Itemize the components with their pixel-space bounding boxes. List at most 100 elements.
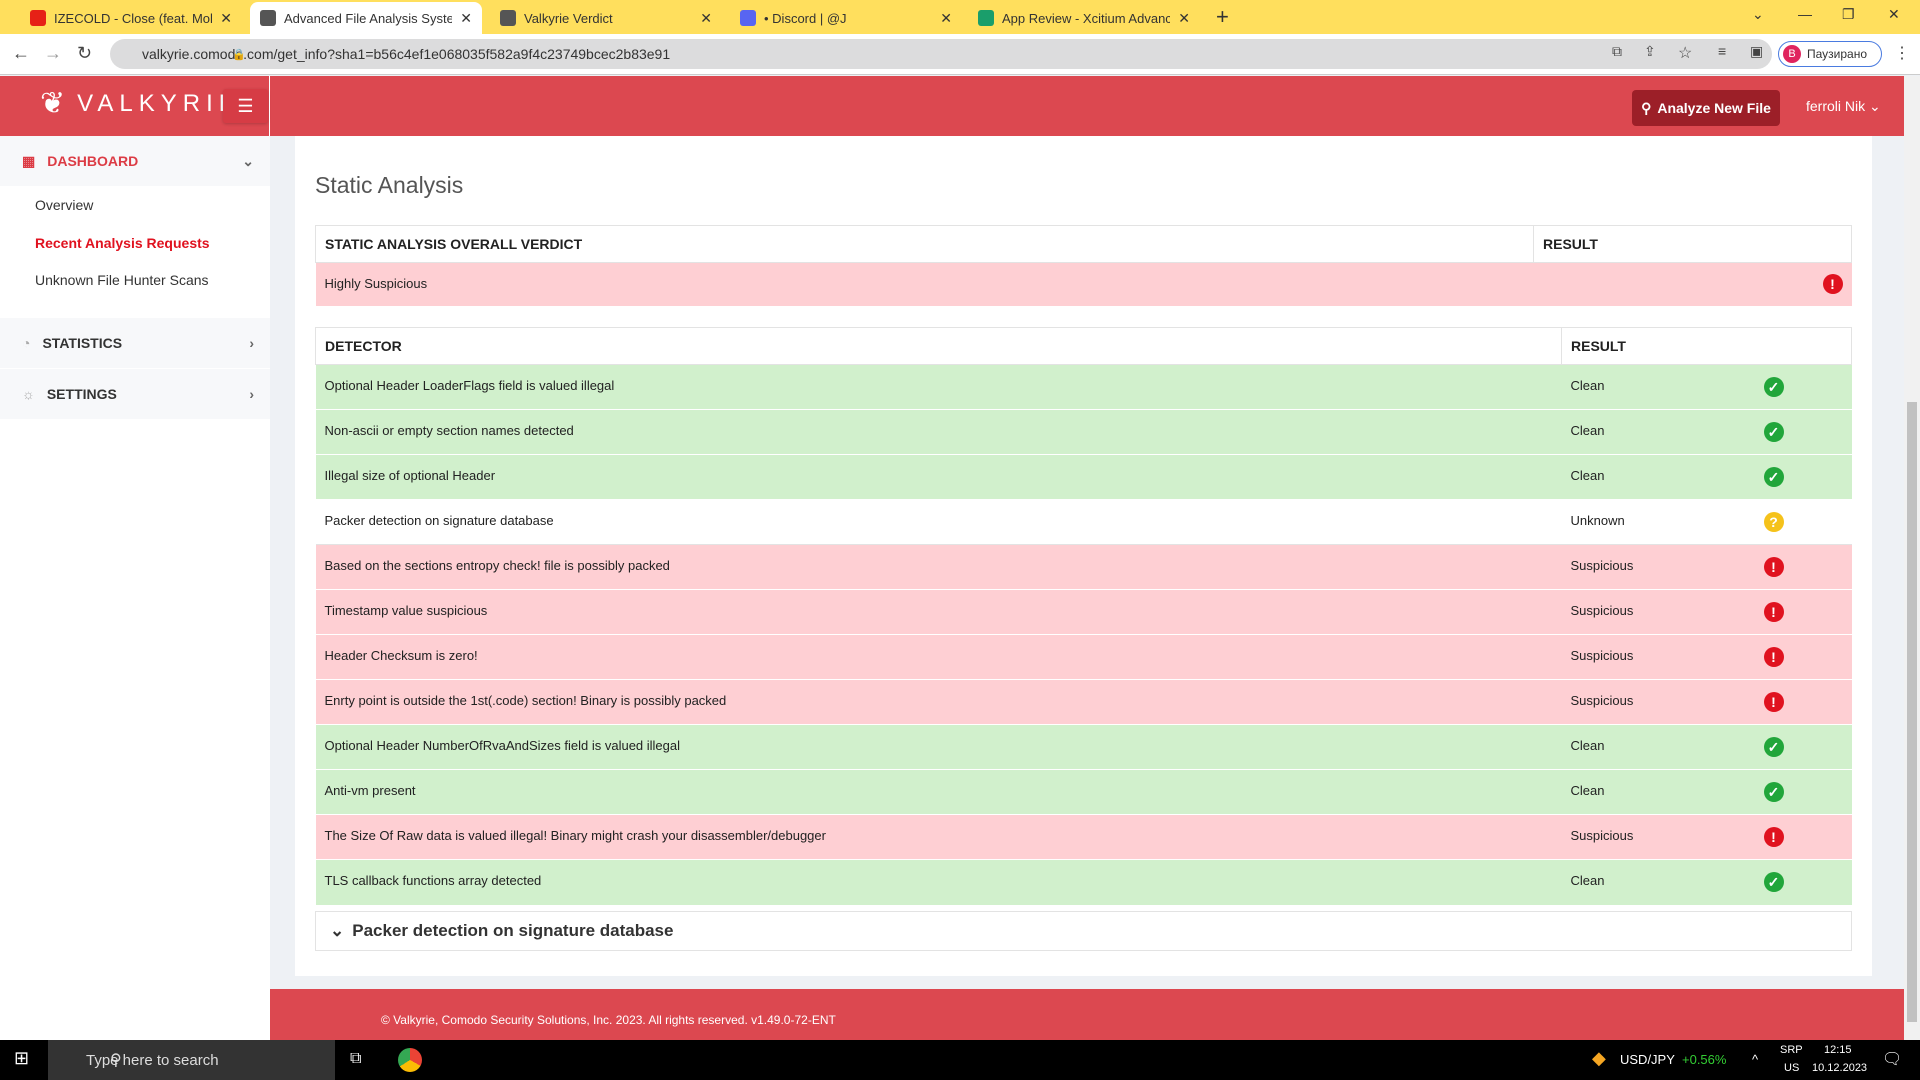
valkyrie-logo[interactable]: ❦VALKYRIE [40, 86, 241, 121]
chevron-down-icon: ⌄ [1869, 98, 1881, 114]
reload-icon[interactable]: ↻ [77, 43, 92, 64]
result-header: RESULT [1534, 226, 1852, 263]
table-row: Packer detection on signature databaseUn… [316, 500, 1852, 545]
share-icon[interactable]: ⇪ [1644, 43, 1656, 60]
side-panel-icon[interactable]: ▣ [1750, 43, 1763, 60]
browser-tab-bar: IZECOLD - Close (feat. Molly Ann✕Advance… [0, 0, 1920, 34]
detector-result: Unknown [1562, 500, 1754, 545]
divider [269, 76, 270, 136]
search-icon: ⚲ [1641, 100, 1651, 117]
task-view-icon[interactable]: ⧉ [350, 1050, 361, 1068]
packer-detection-collapsible[interactable]: ⌄Packer detection on signature database [315, 911, 1852, 951]
search-placeholder: Type here to search [86, 1052, 219, 1069]
check-circle-icon: ✓ [1764, 872, 1784, 892]
close-window-button[interactable]: ✕ [1888, 6, 1900, 23]
table-row: TLS callback functions array detectedCle… [316, 860, 1852, 905]
sidebar-item-overview[interactable]: Overview [35, 197, 93, 213]
reading-list-icon[interactable]: ≡ [1718, 43, 1726, 59]
detector-result: Suspicious [1562, 635, 1754, 680]
close-tab-icon[interactable]: ✕ [940, 10, 952, 27]
sidebar-item-recent-analysis-requests[interactable]: Recent Analysis Requests [35, 235, 210, 251]
browser-tab[interactable]: App Review - Xcitium Advanced✕ [968, 2, 1200, 34]
language-primary[interactable]: SRP [1780, 1044, 1803, 1056]
chevron-down-icon: ⌄ [242, 153, 254, 170]
sidebar: ▦ DASHBOARD ⌄ Overview Recent Analysis Req… [0, 136, 270, 1040]
taskbar-search[interactable]: ⚲Type here to search [48, 1040, 335, 1080]
bookmark-star-icon[interactable]: ☆ [1678, 43, 1692, 63]
statistics-label: STATISTICS [42, 335, 122, 351]
back-icon[interactable]: ← [12, 43, 30, 64]
alert-icon: ! [1764, 557, 1784, 577]
verdict-header: STATIC ANALYSIS OVERALL VERDICT [316, 226, 1534, 263]
favicon-icon [260, 10, 276, 26]
sidebar-settings[interactable]: ☼SETTINGS› [0, 369, 270, 419]
minimize-button[interactable]: — [1798, 6, 1812, 22]
user-menu[interactable]: ferroli Nik ⌄ [1806, 98, 1881, 115]
app-header: ❦VALKYRIE ☰ ⚲Analyze New File ferroli Ni… [0, 76, 1904, 136]
scrollbar-thumb[interactable] [1907, 402, 1917, 1022]
logo-text: VALKYRIE [77, 90, 241, 118]
sidebar-statistics[interactable]: ◔STATISTICS› [0, 318, 270, 368]
alert-icon: ! [1764, 647, 1784, 667]
search-icon: ⚲ [110, 1050, 122, 1070]
clock-date[interactable]: 10.12.2023 [1812, 1062, 1867, 1074]
restore-button[interactable]: ❐ [1842, 6, 1855, 23]
chevron-up-icon[interactable]: ^ [1752, 1052, 1758, 1067]
sidebar-dashboard[interactable]: ▦ DASHBOARD ⌄ [0, 136, 270, 186]
browser-tab[interactable]: Advanced File Analysis System |✕ [250, 2, 482, 34]
ticker-change: +0.56% [1682, 1052, 1726, 1067]
favicon-icon [740, 10, 756, 26]
tab-search-icon[interactable]: ⌄ [1752, 6, 1764, 23]
detector-result: Clean [1562, 410, 1754, 455]
chevron-right-icon: › [249, 386, 254, 402]
translate-icon[interactable]: ⧉ [1612, 43, 1622, 60]
address-bar-row: ← → ↻ 🔒valkyrie.comodo.com/get_info?sha1… [0, 34, 1920, 75]
detector-name: The Size Of Raw data is valued illegal! … [316, 815, 1562, 860]
hamburger-menu-button[interactable]: ☰ [223, 89, 268, 123]
question-icon: ? [1764, 512, 1784, 532]
chrome-icon[interactable] [398, 1048, 422, 1072]
detector-result: Suspicious [1562, 815, 1754, 860]
sidebar-item-unknown-file-hunter-scans[interactable]: Unknown File Hunter Scans [35, 272, 209, 288]
close-tab-icon[interactable]: ✕ [1178, 10, 1190, 27]
detector-name: Packer detection on signature database [316, 500, 1562, 545]
detector-name: Optional Header LoaderFlags field is val… [316, 365, 1562, 410]
settings-label: SETTINGS [47, 386, 117, 402]
check-circle-icon: ✓ [1764, 422, 1784, 442]
windows-start-icon[interactable]: ⊞ [14, 1048, 29, 1069]
analyze-new-file-button[interactable]: ⚲Analyze New File [1632, 90, 1780, 126]
grid-icon: ▦ [22, 153, 35, 170]
alert-icon: ! [1823, 274, 1843, 294]
detector-name: Anti-vm present [316, 770, 1562, 815]
check-circle-icon: ✓ [1764, 782, 1784, 802]
detector-header: DETECTOR [316, 328, 1562, 365]
ticker-icon: ◆ [1592, 1048, 1606, 1069]
tab-title: IZECOLD - Close (feat. Molly Ann [54, 11, 212, 26]
detector-result: Clean [1562, 365, 1754, 410]
scrollbar[interactable] [1904, 76, 1920, 1040]
language-secondary[interactable]: US [1784, 1062, 1799, 1074]
browser-tab[interactable]: IZECOLD - Close (feat. Molly Ann ✕ [20, 2, 242, 34]
chevron-down-icon: ⌄ [330, 921, 344, 941]
footer: © Valkyrie, Comodo Security Solutions, I… [270, 989, 1904, 1041]
check-circle-icon: ✓ [1764, 737, 1784, 757]
table-row: Based on the sections entropy check! fil… [316, 545, 1852, 590]
favicon-icon [500, 10, 516, 26]
browser-tab[interactable]: Valkyrie Verdict✕ [490, 2, 722, 34]
favicon-icon [30, 10, 46, 26]
menu-icon[interactable]: ⋮ [1894, 43, 1910, 63]
profile-button[interactable]: BПаузирано [1778, 41, 1882, 67]
forward-icon[interactable]: → [44, 43, 62, 64]
dashboard-label: DASHBOARD [47, 153, 138, 169]
close-tab-icon[interactable]: ✕ [220, 10, 232, 27]
detector-name: Optional Header NumberOfRvaAndSizes fiel… [316, 725, 1562, 770]
clock-time[interactable]: 12:15 [1824, 1044, 1852, 1056]
verdict-value: Highly Suspicious [316, 263, 1534, 306]
close-tab-icon[interactable]: ✕ [460, 10, 472, 27]
check-circle-icon: ✓ [1764, 377, 1784, 397]
notification-icon[interactable]: 🗨 [1882, 1049, 1902, 1069]
browser-tab[interactable]: • Discord | @J✕ [730, 2, 962, 34]
new-tab-button[interactable]: + [1216, 4, 1229, 30]
close-tab-icon[interactable]: ✕ [700, 10, 712, 27]
url-input[interactable]: 🔒valkyrie.comodo.com/get_info?sha1=b56c4… [110, 39, 1772, 69]
